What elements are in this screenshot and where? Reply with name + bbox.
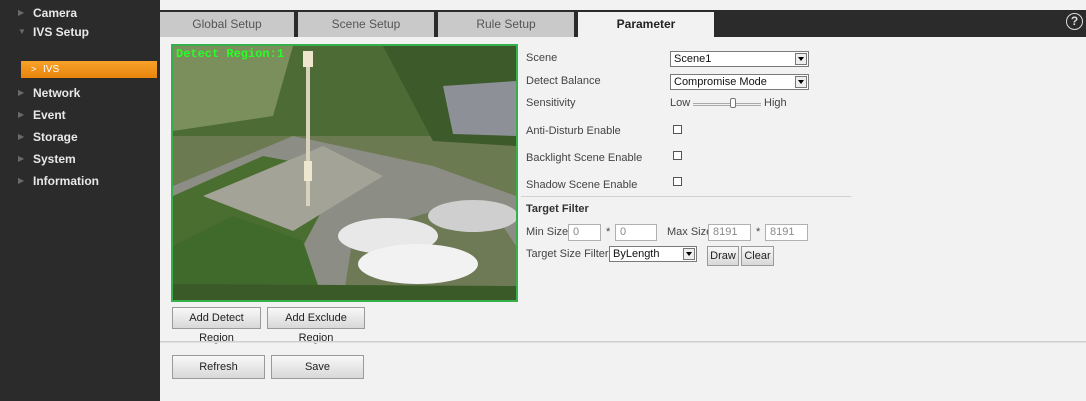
chevron-right-icon: > bbox=[31, 64, 37, 74]
help-icon[interactable]: ? bbox=[1066, 13, 1083, 30]
dropdown-arrow-icon[interactable] bbox=[683, 248, 695, 260]
sidebar-item-label: Event bbox=[33, 108, 66, 122]
scene-label: Scene bbox=[526, 52, 558, 64]
tab-bar: Global Setup Scene Setup Rule Setup Para… bbox=[160, 10, 1086, 37]
target-size-filter-value: ByLength bbox=[613, 248, 660, 260]
sensitivity-label: Sensitivity bbox=[526, 97, 576, 109]
scene-select-value: Scene1 bbox=[674, 53, 712, 65]
sidebar-item-ivs-setup[interactable]: ▼ IVS Setup bbox=[0, 22, 160, 42]
min-width-input[interactable]: 0 bbox=[568, 224, 601, 241]
sidebar-item-label: Storage bbox=[33, 130, 78, 144]
sidebar-subitem-label: IVS bbox=[43, 64, 60, 75]
max-height-input[interactable]: 8191 bbox=[765, 224, 808, 241]
video-preview[interactable]: Detect Region:1 bbox=[171, 44, 518, 302]
dropdown-arrow-icon[interactable] bbox=[795, 53, 807, 65]
sidebar-item-label: Network bbox=[33, 86, 81, 100]
scene-select[interactable]: Scene1 bbox=[670, 51, 809, 67]
detect-balance-label: Detect Balance bbox=[526, 75, 601, 87]
sidebar-item-event[interactable]: ▶ Event bbox=[0, 105, 160, 125]
target-size-filter-label: Target Size Filter bbox=[526, 248, 609, 260]
min-size-label: Min Size bbox=[526, 226, 569, 238]
add-detect-region-button[interactable]: Add Detect Region bbox=[172, 307, 261, 344]
anti-disturb-checkbox[interactable] bbox=[673, 125, 682, 134]
sidebar-item-label: Camera bbox=[33, 6, 78, 20]
max-size-label: Max Size bbox=[667, 226, 713, 238]
chevron-right-icon: ▶ bbox=[18, 8, 25, 17]
backlight-checkbox[interactable] bbox=[673, 151, 682, 160]
detect-balance-select-value: Compromise Mode bbox=[674, 76, 767, 88]
sidebar-item-label: Information bbox=[33, 174, 99, 188]
draw-button[interactable]: Draw bbox=[707, 246, 739, 266]
chevron-down-icon: ▼ bbox=[18, 27, 26, 36]
chevron-right-icon: ▶ bbox=[18, 132, 25, 141]
sidebar-item-system[interactable]: ▶ System bbox=[0, 149, 160, 169]
sidebar: ▶ Camera ▼ IVS Setup > IVS ▶ Network ▶ E… bbox=[0, 0, 160, 401]
detect-balance-select[interactable]: Compromise Mode bbox=[670, 74, 809, 90]
times-icon: * bbox=[606, 226, 611, 238]
sidebar-subitem-ivs[interactable]: > IVS bbox=[21, 61, 157, 78]
sidebar-item-information[interactable]: ▶ Information bbox=[0, 171, 160, 191]
chevron-right-icon: ▶ bbox=[18, 88, 25, 97]
shadow-checkbox[interactable] bbox=[673, 177, 682, 186]
sensitivity-slider-track[interactable] bbox=[693, 103, 761, 106]
target-filter-title: Target Filter bbox=[526, 203, 589, 215]
sensitivity-low-label: Low bbox=[670, 97, 691, 109]
tab-rule-setup[interactable]: Rule Setup bbox=[438, 12, 574, 37]
shadow-label: Shadow Scene Enable bbox=[526, 179, 638, 191]
sidebar-item-camera[interactable]: ▶ Camera bbox=[0, 3, 160, 23]
clear-button[interactable]: Clear bbox=[741, 246, 774, 266]
video-overlay-label: Detect Region:1 bbox=[176, 47, 285, 61]
sensitivity-slider-thumb[interactable] bbox=[730, 98, 737, 108]
tab-scene-setup[interactable]: Scene Setup bbox=[298, 12, 434, 37]
dropdown-arrow-icon[interactable] bbox=[795, 76, 807, 88]
camera-scene bbox=[173, 46, 516, 300]
add-exclude-region-button[interactable]: Add Exclude Region bbox=[267, 307, 365, 344]
tab-parameter[interactable]: Parameter bbox=[578, 12, 714, 37]
refresh-button[interactable]: Refresh bbox=[172, 355, 265, 379]
times-icon: * bbox=[756, 226, 761, 238]
chevron-right-icon: ▶ bbox=[18, 154, 25, 163]
min-height-input[interactable]: 0 bbox=[615, 224, 657, 241]
sidebar-item-network[interactable]: ▶ Network bbox=[0, 83, 160, 103]
tab-global-setup[interactable]: Global Setup bbox=[160, 12, 294, 37]
chevron-right-icon: ▶ bbox=[18, 176, 25, 185]
sidebar-item-label: IVS Setup bbox=[33, 25, 90, 39]
sensitivity-high-label: High bbox=[764, 97, 787, 109]
anti-disturb-label: Anti-Disturb Enable bbox=[526, 125, 621, 137]
max-width-input[interactable]: 8191 bbox=[708, 224, 751, 241]
target-size-filter-select[interactable]: ByLength bbox=[609, 246, 697, 262]
save-button[interactable]: Save bbox=[271, 355, 364, 379]
backlight-label: Backlight Scene Enable bbox=[526, 152, 643, 164]
sidebar-item-storage[interactable]: ▶ Storage bbox=[0, 127, 160, 147]
footer-divider bbox=[160, 341, 1086, 343]
separator bbox=[521, 196, 851, 197]
sidebar-item-label: System bbox=[33, 152, 76, 166]
chevron-right-icon: ▶ bbox=[18, 110, 25, 119]
